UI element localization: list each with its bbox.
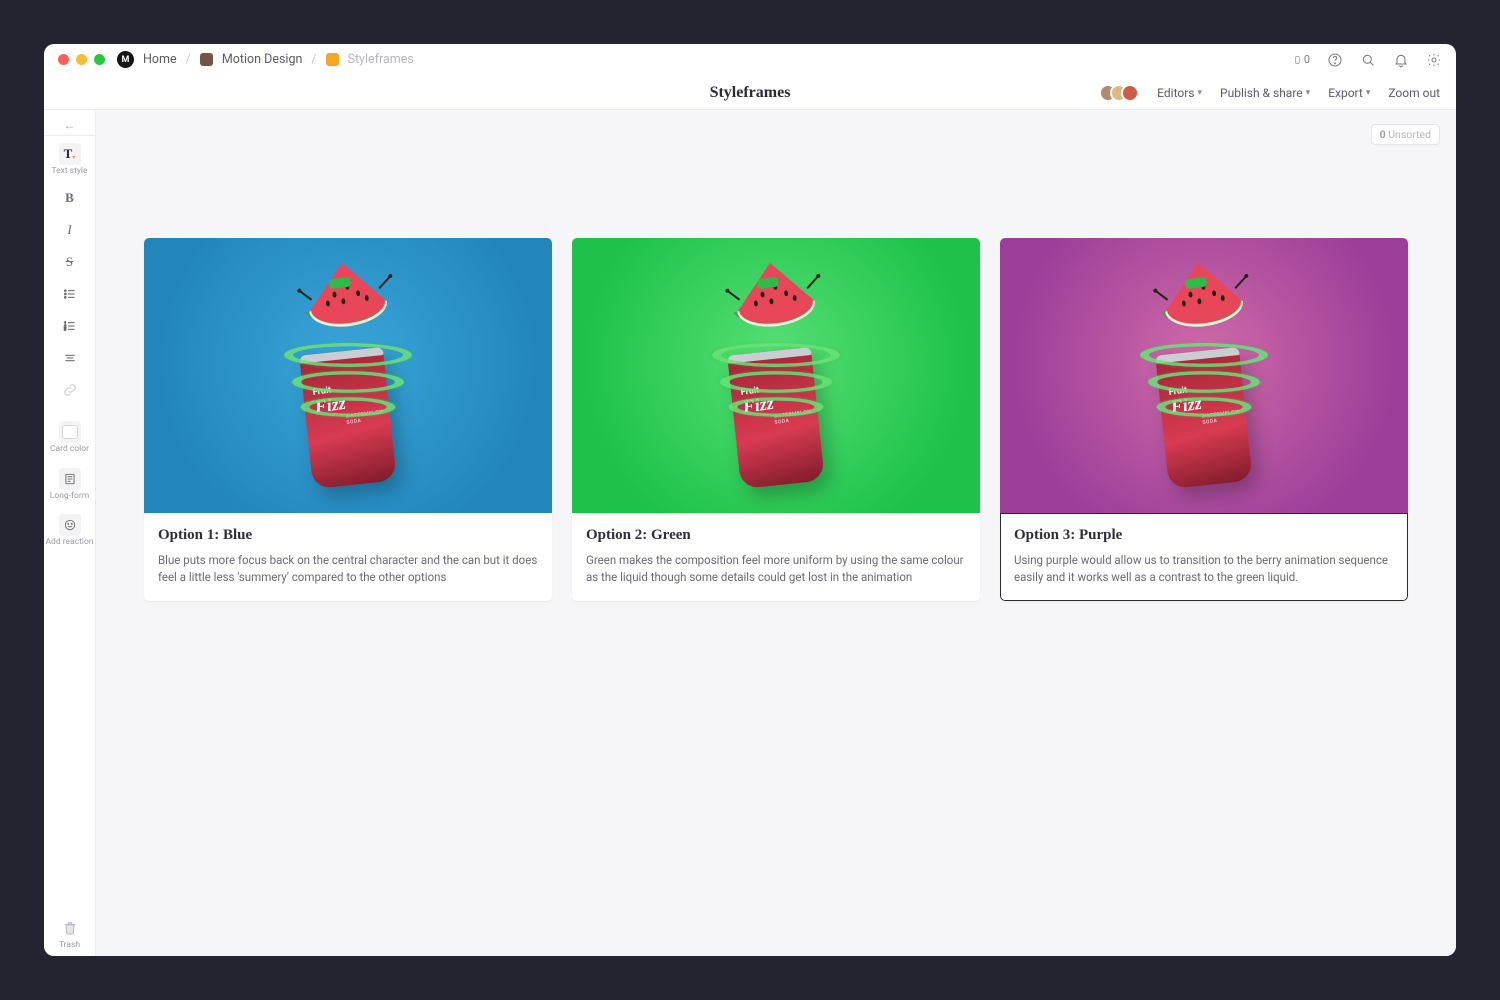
card-image: FruitFizzWATERMELON SODA [572, 238, 980, 513]
window-controls [58, 54, 105, 65]
add-reaction-icon [59, 514, 81, 536]
help-button[interactable] [1326, 51, 1343, 68]
styleframe-card-green[interactable]: FruitFizzWATERMELON SODA Option 2: Green… [572, 238, 980, 601]
italic-button[interactable]: I [44, 214, 95, 246]
watermelon-soda-illustration: FruitFizzWATERMELON SODA [1124, 261, 1284, 491]
mobile-count: 0 [1304, 53, 1310, 66]
editors-dropdown[interactable]: Editors▾ [1157, 86, 1202, 100]
watermelon-soda-illustration: FruitFizzWATERMELON SODA [268, 261, 428, 491]
chevron-down-icon: ▾ [1366, 88, 1371, 98]
settings-button[interactable] [1425, 51, 1442, 68]
watermelon-soda-illustration: FruitFizzWATERMELON SODA [696, 261, 856, 491]
close-window-button[interactable] [58, 54, 69, 65]
card-row: FruitFizzWATERMELON SODA Option 1: Blue … [144, 238, 1408, 601]
maximize-window-button[interactable] [94, 54, 105, 65]
project-color-icon [200, 53, 213, 66]
unsorted-chip[interactable]: 0 Unsorted [1371, 124, 1440, 145]
secondary-toolbar: Styleframes Editors▾ Publish & share▾ Ex… [44, 76, 1456, 110]
add-reaction-tool[interactable]: Add reaction [44, 507, 95, 553]
breadcrumb: M Home / Motion Design / Styleframes [117, 51, 414, 68]
breadcrumb-separator: / [311, 52, 316, 67]
minimize-window-button[interactable] [76, 54, 87, 65]
chevron-down-icon: ▾ [1197, 88, 1202, 98]
notifications-button[interactable] [1392, 51, 1409, 68]
card-color-tool[interactable]: Card color [44, 414, 95, 460]
card-title: Option 1: Blue [158, 527, 538, 544]
zoom-out-button[interactable]: Zoom out [1388, 86, 1440, 100]
card-body[interactable]: Option 3: Purple Using purple would allo… [1000, 513, 1408, 601]
bullet-list-button[interactable] [44, 278, 95, 310]
breadcrumb-project[interactable]: Motion Design [222, 52, 303, 67]
breadcrumb-home[interactable]: Home [143, 52, 177, 67]
trash-icon [59, 917, 81, 939]
text-style-tool[interactable]: T▾ Text style [44, 136, 95, 182]
mobile-preview-button[interactable]: 0 [1293, 51, 1310, 68]
long-form-icon [59, 468, 81, 490]
align-button[interactable] [44, 342, 95, 374]
app-window: M Home / Motion Design / Styleframes 0 [44, 44, 1456, 956]
publish-share-dropdown[interactable]: Publish & share▾ [1220, 86, 1310, 100]
link-button[interactable] [44, 374, 95, 406]
bold-button[interactable]: B [44, 182, 95, 214]
card-color-icon [59, 421, 81, 443]
card-image: FruitFizzWATERMELON SODA [1000, 238, 1408, 513]
styleframe-card-purple[interactable]: FruitFizzWATERMELON SODA Option 3: Purpl… [1000, 238, 1408, 601]
search-button[interactable] [1359, 51, 1376, 68]
format-sidebar: ← T▾ Text style B I S 123 [44, 110, 96, 956]
collapse-sidebar-button[interactable]: ← [44, 114, 95, 136]
avatar [1121, 84, 1139, 102]
long-form-tool[interactable]: Long-form [44, 461, 95, 507]
home-icon[interactable]: M [117, 51, 134, 68]
card-body: Option 1: Blue Blue puts more focus back… [144, 513, 552, 601]
trash-tool[interactable]: Trash [44, 910, 95, 956]
numbered-list-button[interactable]: 123 [44, 310, 95, 342]
export-dropdown[interactable]: Export▾ [1328, 86, 1370, 100]
card-description: Using purple would allow us to transitio… [1014, 552, 1394, 585]
page-color-icon [326, 53, 339, 66]
card-title: Option 2: Green [586, 527, 966, 544]
svg-text:3: 3 [64, 327, 66, 332]
card-description: Green makes the composition feel more un… [586, 552, 966, 585]
card-title: Option 3: Purple [1014, 527, 1394, 544]
card-body: Option 2: Green Green makes the composit… [572, 513, 980, 601]
canvas[interactable]: 0 Unsorted FruitFizzWATERMELON SODA Opti… [96, 110, 1456, 956]
page-title: Styleframes [710, 84, 791, 102]
card-image: FruitFizzWATERMELON SODA [144, 238, 552, 513]
collaborator-avatars[interactable] [1099, 84, 1139, 102]
chevron-down-icon: ▾ [1306, 88, 1311, 98]
styleframe-card-blue[interactable]: FruitFizzWATERMELON SODA Option 1: Blue … [144, 238, 552, 601]
card-description: Blue puts more focus back on the central… [158, 552, 538, 585]
strikethrough-button[interactable]: S [44, 246, 95, 278]
titlebar: M Home / Motion Design / Styleframes 0 [44, 44, 1456, 76]
breadcrumb-separator: / [186, 52, 191, 67]
text-style-icon: T▾ [59, 143, 81, 165]
breadcrumb-page[interactable]: Styleframes [348, 52, 414, 67]
